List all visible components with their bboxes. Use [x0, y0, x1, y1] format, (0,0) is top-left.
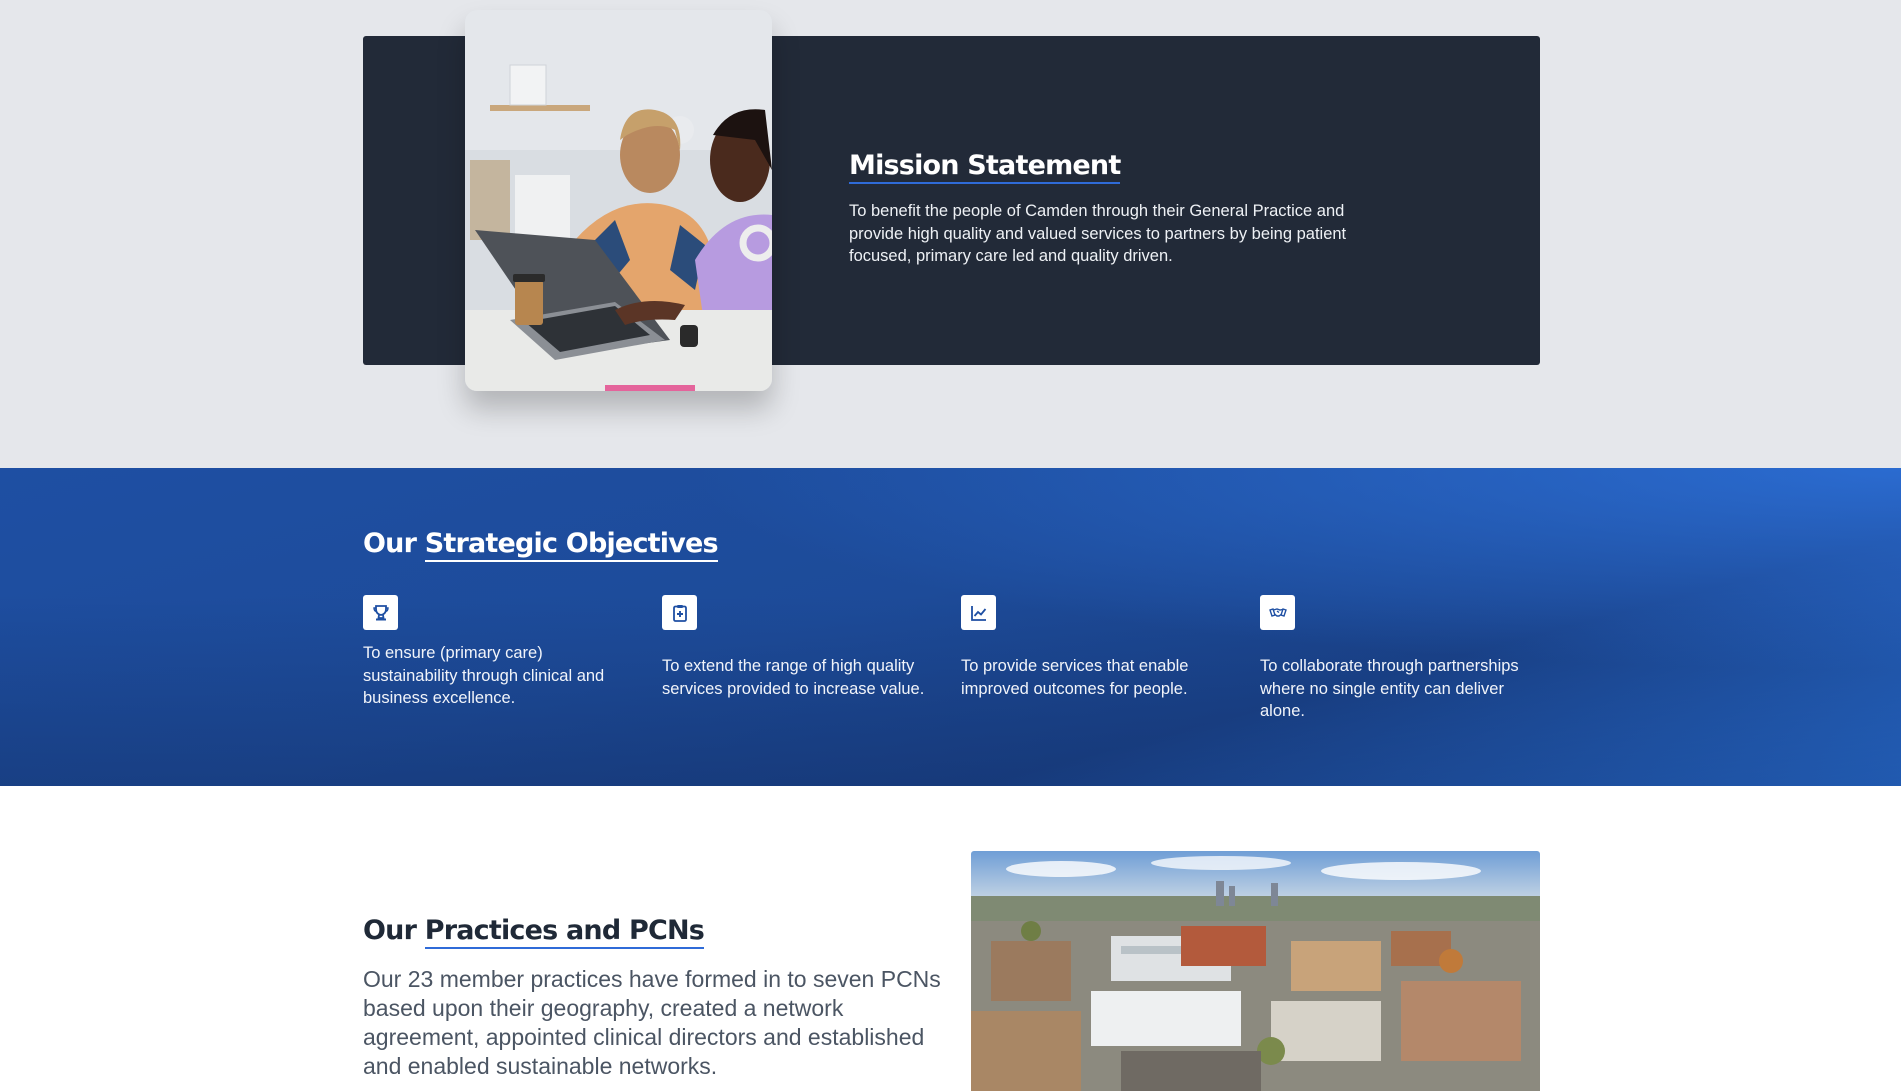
objective-item: To provide services that enable improved… [961, 595, 1236, 700]
objectives-heading-accent: Strategic Objectives [424, 528, 719, 562]
objective-item: To ensure (primary care) sustainability … [363, 595, 638, 710]
practices-heading-accent: Practices and PCNs [424, 915, 705, 949]
objectives-section: Our Strategic Objectives To ensure (prim… [0, 468, 1901, 786]
chart-line-icon [961, 595, 996, 630]
objective-text: To extend the range of high quality serv… [662, 657, 925, 698]
objective-text: To provide services that enable improved… [961, 657, 1189, 698]
objectives-heading: Our Strategic Objectives [363, 528, 719, 562]
practices-body: Our 23 member practices have formed in t… [363, 966, 941, 1079]
objective-item: To collaborate through partnerships wher… [1260, 595, 1535, 723]
handshake-icon [1260, 595, 1295, 630]
aerial-city-photo [971, 851, 1540, 1091]
objectives-heading-prefix: Our [363, 528, 417, 559]
objective-item: To extend the range of high quality serv… [662, 595, 937, 700]
objective-text: To collaborate through partnerships wher… [1260, 657, 1519, 720]
photo-illustration [465, 10, 772, 391]
clipboard-medical-icon [662, 595, 697, 630]
mission-body: To benefit the people of Camden through … [849, 202, 1347, 265]
chart-line-icon-svg [970, 605, 986, 621]
practices-heading: Our Practices and PCNs [363, 915, 705, 949]
city-illustration [971, 851, 1540, 1091]
mission-section: Mission Statement To benefit the people … [0, 0, 1901, 468]
mission-title: Mission Statement [849, 150, 1121, 184]
clipboard-medical-icon-svg [672, 604, 687, 622]
trophy-icon-svg [372, 604, 389, 620]
practices-heading-prefix: Our [363, 915, 417, 946]
handshake-icon-svg [1268, 607, 1287, 617]
objective-text: To ensure (primary care) sustainability … [363, 644, 605, 707]
mission-text-block: Mission Statement To benefit the people … [849, 150, 1369, 268]
practices-section: Our Practices and PCNs Our 23 member pra… [0, 786, 1901, 1091]
trophy-icon [363, 595, 398, 630]
people-at-laptop-photo [465, 10, 772, 391]
